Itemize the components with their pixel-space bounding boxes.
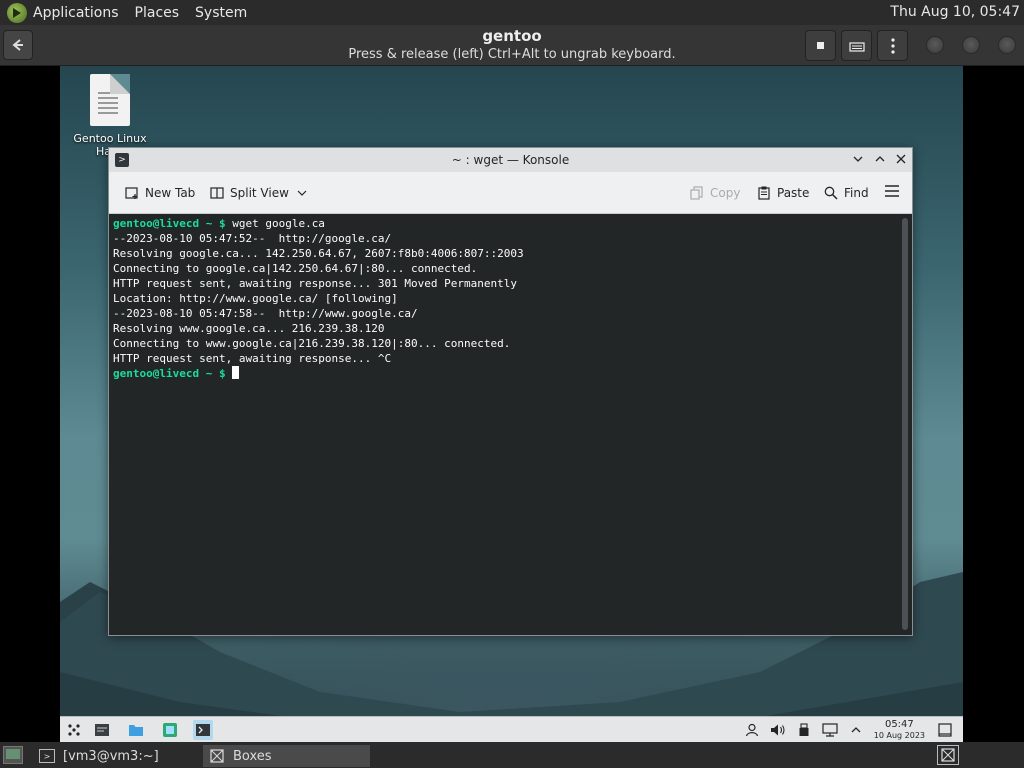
close-window-button[interactable] [998,36,1016,54]
konsole-toolbar: New Tab Split View Copy Paste Find [109,172,912,214]
copy-label: Copy [710,186,741,200]
discover-store-icon[interactable] [160,720,180,740]
boxes-header-bar: gentoo Press & release (left) Ctrl+Alt t… [0,25,1024,66]
stop-icon [817,42,824,49]
konsole-titlebar[interactable]: > ~ : wget — Konsole [109,148,912,172]
search-icon [824,186,838,200]
user-icon[interactable] [742,720,762,740]
volume-icon[interactable] [768,720,788,740]
terminal-cursor [232,366,240,379]
network-icon[interactable] [820,720,840,740]
terminal-line: Connecting to google.ca|142.250.64.67|:8… [113,262,478,275]
system-menu[interactable]: System [195,5,247,21]
new-tab-label: New Tab [145,186,196,200]
application-launcher-icon[interactable] [64,720,84,740]
find-button[interactable]: Find [824,186,869,200]
taskbar-terminal-label: [vm3@vm3:~] [63,748,159,764]
guest-taskbar: 05:47 10 Aug 2023 [60,716,963,742]
copy-button[interactable]: Copy [690,186,740,200]
terminal-line: --2023-08-10 05:47:58-- http://www.googl… [113,307,418,320]
hamburger-menu-button[interactable] [885,185,899,197]
file-manager-icon[interactable] [126,720,146,740]
desktop-icon [6,749,20,759]
system-settings-icon[interactable] [92,720,112,740]
terminal-line: HTTP request sent, awaiting response... … [113,352,392,365]
copy-icon [690,186,703,200]
split-view-icon [210,187,224,199]
guest-clock[interactable]: 05:47 10 Aug 2023 [874,719,925,741]
minimize-window-button[interactable] [926,36,944,54]
paste-icon [758,186,770,200]
guest-clock-time: 05:47 [884,719,914,730]
stop-button[interactable] [805,30,836,61]
desktop-icon-label-line1: Gentoo Linux [73,132,147,145]
taskbar-terminal[interactable]: > [vm3@vm3:~] [33,745,201,767]
find-label: Find [844,186,869,200]
new-tab-icon [125,187,138,199]
keyboard-icon [848,41,865,52]
gentoo-handbook-icon[interactable]: Gentoo Linux Hanc [68,74,152,158]
terminal-line: Connecting to www.google.ca|216.239.38.1… [113,337,511,350]
menu-button[interactable] [877,30,908,61]
terminal-icon: > [39,749,55,763]
workspace-switcher[interactable] [937,745,959,765]
maximize-window-button[interactable] [962,36,980,54]
guest-clock-date: 10 Aug 2023 [873,731,925,740]
guest-desktop[interactable]: Gentoo Linux Hanc > ~ : wget — Konsole N… [60,66,963,742]
chevron-down-icon [297,190,307,196]
show-desktop-icon[interactable] [935,720,955,740]
vertical-dots-icon [890,37,895,54]
show-desktop-button[interactable] [3,746,23,764]
terminal-area[interactable]: gentoo@livecd ~ $ wget google.ca --2023-0… [109,214,912,635]
paste-button[interactable]: Paste [757,186,809,200]
new-tab-button[interactable]: New Tab [125,186,195,200]
terminal-line: gentoo@livecd ~ $ wget google.ca [113,216,908,231]
taskbar-boxes[interactable]: Boxes [203,745,370,767]
terminal-scrollbar[interactable] [902,218,908,630]
terminal-line: Resolving www.google.ca... 216.239.38.12… [113,322,385,335]
maximize-chevron-icon[interactable] [872,152,888,168]
paste-label: Paste [777,186,810,200]
terminal-line: --2023-08-10 05:47:52-- http://google.ca… [113,232,392,245]
terminal-prompt: gentoo@livecd ~ $ [113,367,226,380]
close-icon[interactable] [893,152,909,168]
host-clock[interactable]: Thu Aug 10, 05:47 [890,4,1020,20]
terminal-line: gentoo@livecd ~ $ [113,366,908,381]
terminal-line: Resolving google.ca... 142.250.64.67, 26… [113,247,524,260]
document-icon [90,74,130,126]
konsole-window: > ~ : wget — Konsole New Tab Split View [108,147,913,636]
terminal-prompt: gentoo@livecd ~ $ [113,217,226,230]
split-view-label: Split View [230,186,289,200]
taskbar-boxes-label: Boxes [233,748,272,764]
keyboard-button[interactable] [841,30,872,61]
terminal-command: wget google.ca [232,217,325,230]
workspace-icon [941,748,955,762]
hamburger-menu-icon [885,185,899,197]
konsole-task-icon[interactable] [193,720,213,740]
host-top-panel: Applications Places System Thu Aug 10, 0… [0,0,1024,25]
usb-device-icon[interactable] [794,720,814,740]
split-view-button[interactable]: Split View [210,186,307,200]
terminal-line: HTTP request sent, awaiting response... … [113,277,517,290]
konsole-window-title: ~ : wget — Konsole [451,153,570,167]
host-bottom-panel: > [vm3@vm3:~] Boxes [0,742,1024,768]
terminal-line: Location: http://www.google.ca/ [followi… [113,292,398,305]
boxes-app-icon [210,749,224,763]
distro-logo-icon[interactable] [7,2,27,23]
notification-chevron-icon[interactable] [846,720,866,740]
minimize-chevron-icon[interactable] [850,152,866,168]
applications-menu[interactable]: Applications [33,5,119,21]
places-menu[interactable]: Places [135,5,180,21]
